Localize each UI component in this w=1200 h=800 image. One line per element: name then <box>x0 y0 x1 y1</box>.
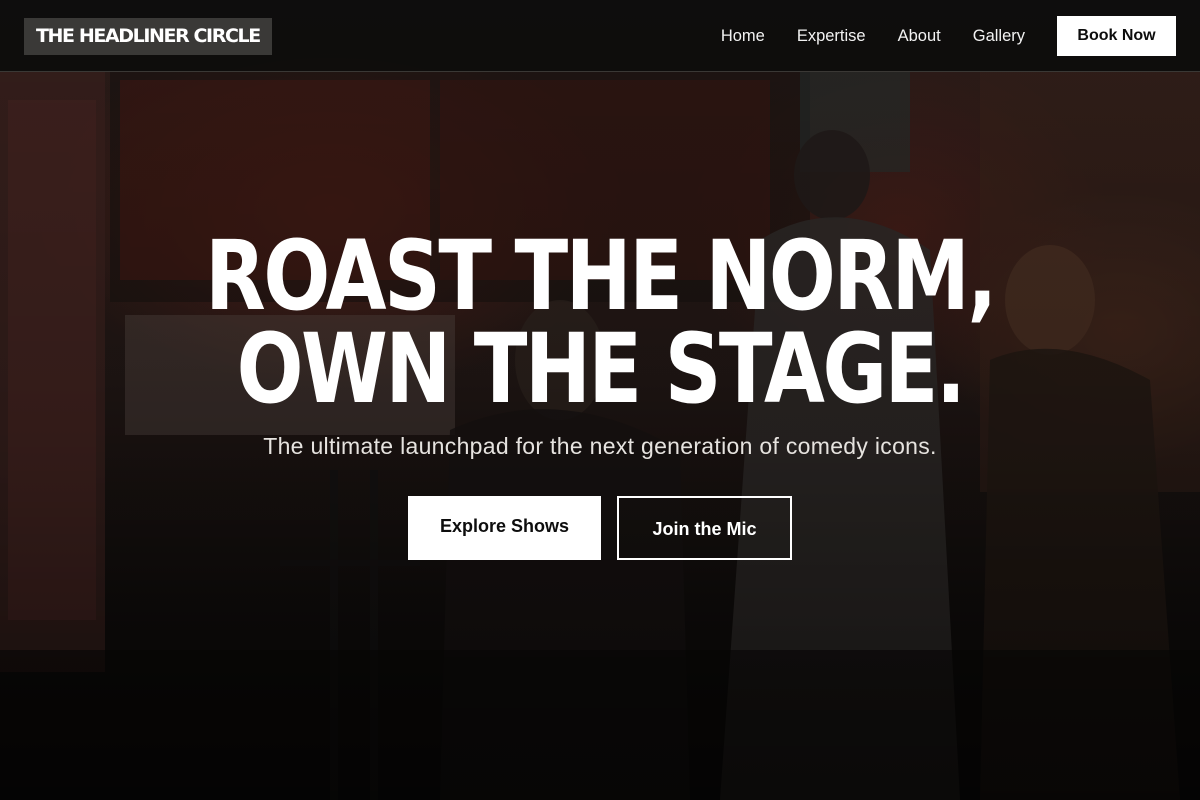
book-now-button[interactable]: Book Now <box>1057 16 1176 56</box>
nav-link-gallery[interactable]: Gallery <box>973 16 1025 56</box>
nav-link-home[interactable]: Home <box>721 16 765 56</box>
hero-subtitle: The ultimate launchpad for the next gene… <box>263 433 937 459</box>
nav-link-expertise[interactable]: Expertise <box>797 16 866 56</box>
brand-logo[interactable]: THE HEADLINER CIRCLE <box>24 18 272 55</box>
hero-cta-group: Explore Shows Join the Mic <box>0 496 1200 560</box>
hero-section: ROAST THE NORM, OWN THE STAGE. The ultim… <box>0 220 1200 560</box>
join-the-mic-button[interactable]: Join the Mic <box>617 496 792 560</box>
explore-shows-button[interactable]: Explore Shows <box>408 496 601 560</box>
nav-link-about[interactable]: About <box>898 16 941 56</box>
hero-headline-line-2: OWN THE STAGE. <box>236 313 966 425</box>
landing-page: THE HEADLINER CIRCLE Home Expertise Abou… <box>0 0 1200 800</box>
primary-nav: Home Expertise About Gallery Book Now <box>721 16 1176 56</box>
hero-headline: ROAST THE NORM, OWN THE STAGE. <box>108 220 1092 425</box>
hero-headline-line-1: ROAST THE NORM, <box>205 220 997 332</box>
top-navbar: THE HEADLINER CIRCLE Home Expertise Abou… <box>0 0 1200 72</box>
